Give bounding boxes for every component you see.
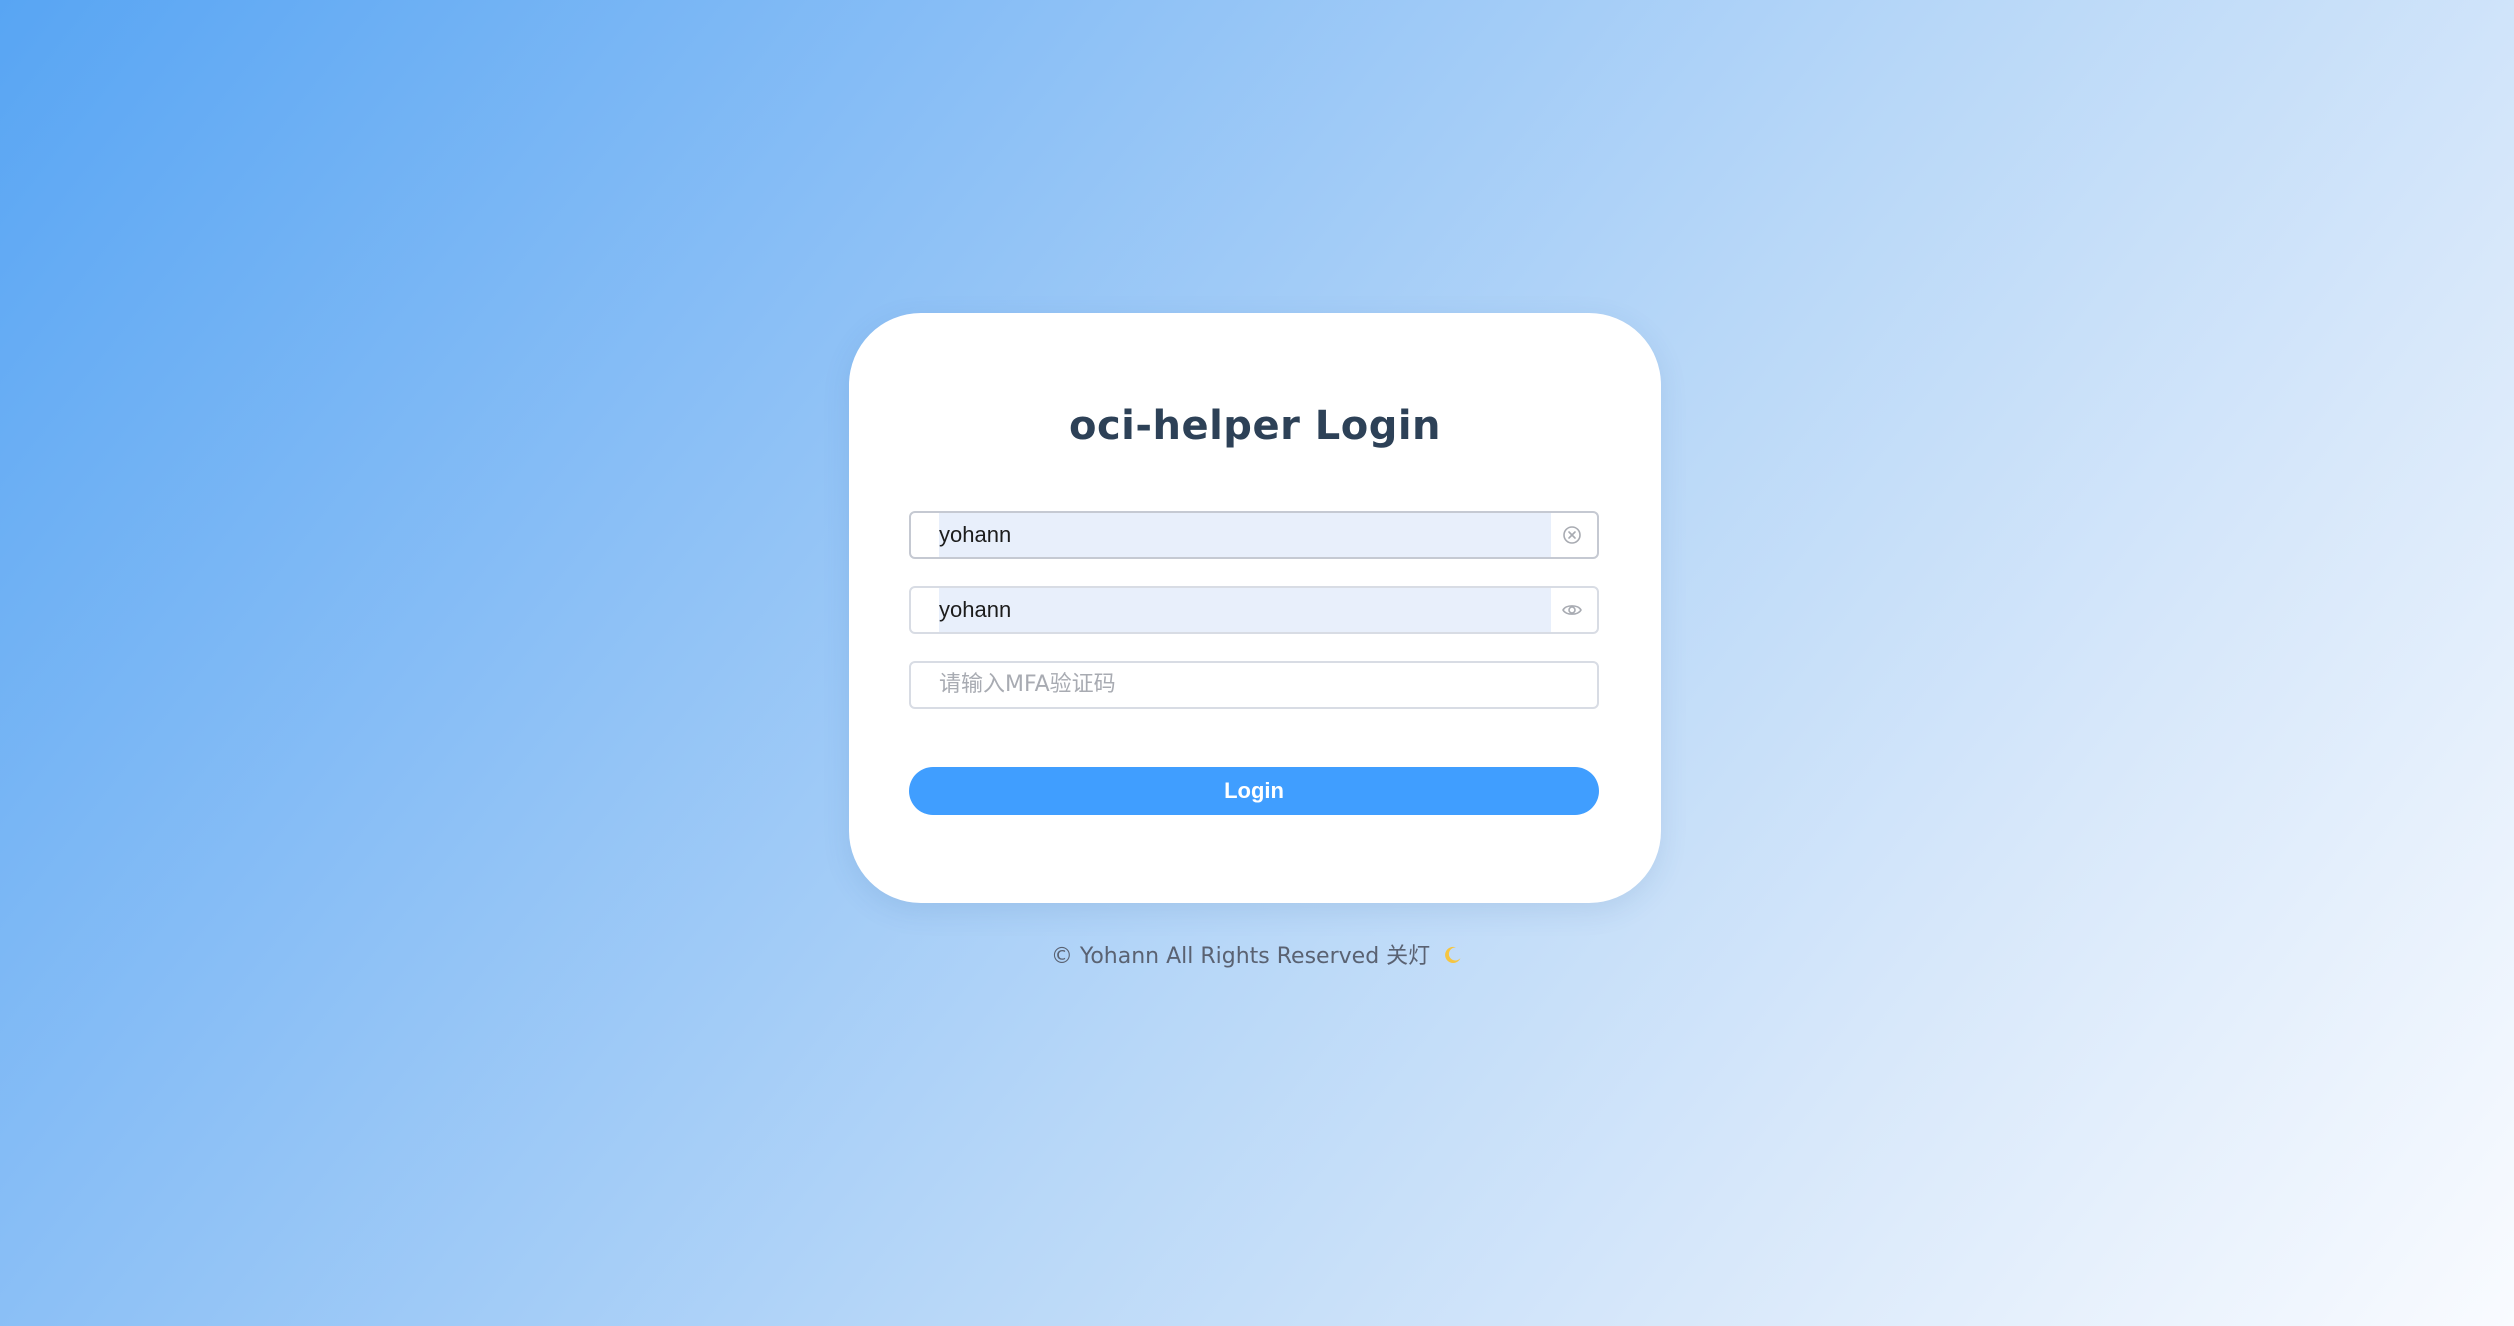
username-field[interactable]: yohann bbox=[909, 511, 1599, 559]
autofill-background bbox=[939, 513, 1551, 557]
mfa-input[interactable]: 请输入MFA验证码 bbox=[939, 663, 1116, 707]
login-card: oci-helper Login yohann yohann 请输入MFA验证码… bbox=[849, 313, 1661, 903]
page-title: oci-helper Login bbox=[1068, 403, 1442, 449]
copyright-text: © Yohann All Rights Reserved bbox=[1050, 944, 1380, 969]
mfa-field[interactable]: 请输入MFA验证码 bbox=[909, 661, 1599, 709]
password-input[interactable]: yohann bbox=[939, 588, 1011, 632]
theme-toggle-label[interactable]: 关灯 bbox=[1386, 944, 1430, 969]
theme-toggle[interactable]: 关灯 bbox=[1386, 944, 1463, 969]
password-field[interactable]: yohann bbox=[909, 586, 1599, 634]
eye-icon[interactable] bbox=[1561, 599, 1583, 621]
autofill-background bbox=[939, 588, 1551, 632]
footer: © Yohann All Rights Reserved 关灯 bbox=[0, 938, 2514, 970]
clear-icon[interactable] bbox=[1561, 524, 1583, 546]
username-input[interactable]: yohann bbox=[939, 513, 1011, 557]
moon-icon[interactable] bbox=[1443, 945, 1463, 965]
login-button[interactable]: Login bbox=[909, 767, 1599, 815]
